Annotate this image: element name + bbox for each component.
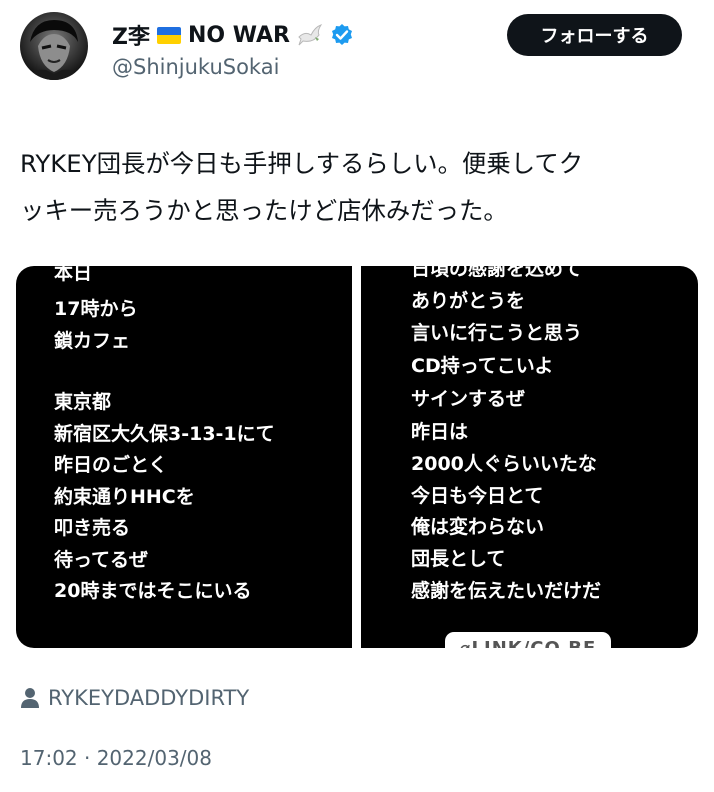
dove-icon xyxy=(298,24,323,46)
image-text-line: 鎖カフェ xyxy=(54,330,131,352)
image-text-line: 東京都 xyxy=(54,391,112,413)
image-text-line: 20時まではそこにいる xyxy=(54,580,252,602)
display-name-text: Z李 xyxy=(112,25,150,50)
display-name[interactable]: Z李 NO WAR xyxy=(112,19,354,51)
image-text-line: 新宿区大久保3-13-1にて xyxy=(54,423,275,445)
user-handle[interactable]: @ShinjukuSokai xyxy=(112,55,279,79)
media-image-left[interactable]: 本日 17時から 鎖カフェ 東京都 新宿区大久保3-13-1にて 昨日のごとく … xyxy=(16,266,352,648)
image-text-line: 俺は変わらない xyxy=(411,516,545,538)
image-text-line: 本日 xyxy=(54,266,93,284)
media-image-right[interactable]: 日頃の感謝を込めて ありがとうを 言いに行こうと思う CD持ってこいよ サインす… xyxy=(361,266,698,648)
timestamp[interactable]: 17:02 · 2022/03/08 xyxy=(20,746,212,770)
person-icon xyxy=(21,688,39,708)
avatar[interactable] xyxy=(20,12,88,80)
image-text-line: 2000人ぐらいいたな xyxy=(411,453,597,475)
image-text-line: 昨日のごとく xyxy=(54,454,168,476)
verified-badge-icon xyxy=(331,24,352,45)
avatar-image xyxy=(26,20,82,80)
display-name-suffix: NO WAR xyxy=(187,22,290,48)
image-text-line: 待ってるぜ xyxy=(54,549,149,571)
image-text-line: 約束通りHHCを xyxy=(54,486,195,508)
ukraine-flag-icon xyxy=(156,26,181,44)
image-text-line: 感謝を伝えたいだけだ xyxy=(411,580,602,602)
tweet-media[interactable]: 本日 17時から 鎖カフェ 東京都 新宿区大久保3-13-1にて 昨日のごとく … xyxy=(16,266,698,648)
image-text-line: ありがとうを xyxy=(411,290,526,312)
image-text-line: 団長として xyxy=(411,548,506,570)
tweet-label[interactable]: RYKEYDADDYDIRTY xyxy=(20,686,249,710)
tweet-text-line: RYKEY団長が今日も手押しするらしい。便乗してク xyxy=(20,149,584,178)
image-text-line: 叩き売る xyxy=(54,517,131,539)
image-text-line: 17時から xyxy=(54,298,138,320)
image-text-line: 言いに行こうと思う xyxy=(411,322,583,344)
follow-button[interactable]: フォローする xyxy=(507,14,682,56)
tweet-text-line: ッキー売ろうかと思ったけど店休みだった。 xyxy=(20,196,508,225)
image-text-line: 昨日は xyxy=(411,421,469,443)
link-sticker: ⌀LINK/CO.BE xyxy=(445,632,611,648)
label-text: RYKEYDADDYDIRTY xyxy=(48,686,250,710)
image-text-line: 今日も今日とて xyxy=(411,485,544,507)
tweet-text: RYKEY団長が今日も手押しするらしい。便乗してク ッキー売ろうかと思ったけど店… xyxy=(20,140,700,234)
tweet-header: Z李 NO WAR @ShinjukuSokai フォローする xyxy=(0,0,714,100)
image-text-line: 日頃の感謝を込めて xyxy=(411,266,583,280)
image-text-line: CD持ってこいよ xyxy=(411,355,554,377)
image-text-line: サインするぜ xyxy=(411,388,526,410)
